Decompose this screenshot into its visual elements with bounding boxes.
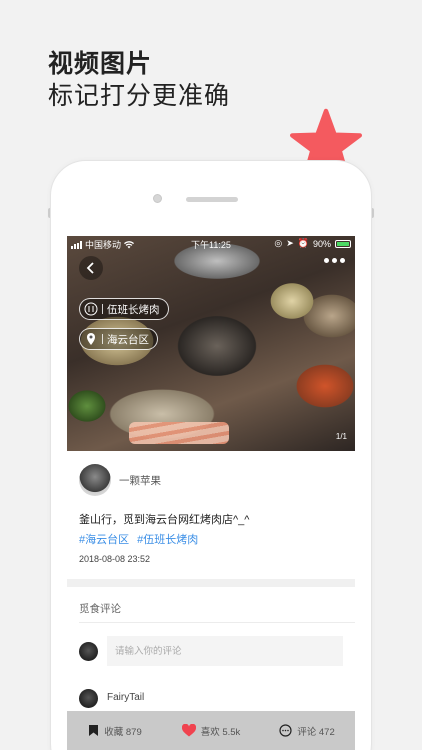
comment-input[interactable] xyxy=(107,636,343,666)
heart-icon xyxy=(181,724,196,737)
collect-label: 收藏 879 xyxy=(104,726,142,738)
more-button[interactable] xyxy=(324,258,345,263)
like-button[interactable]: 喜欢 5.5k xyxy=(163,724,259,738)
more-icon xyxy=(324,258,329,263)
location-arrow-icon: ➤ xyxy=(286,238,294,248)
hashtag-link[interactable]: #伍班长烤肉 xyxy=(137,531,198,547)
restaurant-tag-label: 伍班长烤肉 xyxy=(107,303,160,316)
comments-title: 觅食评论 xyxy=(79,603,121,615)
carrier-name: 中国移动 xyxy=(85,240,122,250)
collect-button[interactable]: 收藏 879 xyxy=(67,724,163,738)
post-photo[interactable]: 中国移动 下午11:25 ◎ ➤ ⏰ 90% 伍班长烤肉 海云台区 1/1 xyxy=(67,236,355,451)
commenter-name[interactable]: FairyTail xyxy=(107,692,144,703)
back-button[interactable] xyxy=(79,256,103,280)
headline: 视频图片 标记打分更准确 xyxy=(48,48,230,112)
alarm-icon: ⏰ xyxy=(297,238,309,248)
phone-camera xyxy=(153,194,162,203)
action-bar: 收藏 879 喜欢 5.5k 评论 472 xyxy=(67,711,355,750)
photo-detail xyxy=(129,422,229,444)
post-hashtags: #海云台区 #伍班长烤肉 xyxy=(79,531,198,547)
divider xyxy=(79,622,355,623)
my-avatar xyxy=(79,642,98,661)
photo-pager: 1/1 xyxy=(335,432,347,441)
battery-percent: 90% xyxy=(312,238,331,249)
location-tag[interactable]: 海云台区 xyxy=(79,328,158,350)
section-divider xyxy=(67,579,355,587)
lock-rotation-icon: ◎ xyxy=(274,238,283,248)
app-screen: 中国移动 下午11:25 ◎ ➤ ⏰ 90% 伍班长烤肉 海云台区 1/1 一颗… xyxy=(67,236,355,750)
headline-line1: 视频图片 xyxy=(48,50,153,78)
signal-icon xyxy=(71,240,82,249)
headline-line2: 标记打分更准确 xyxy=(48,82,231,110)
status-bar: 中国移动 下午11:25 ◎ ➤ ⏰ 90% xyxy=(67,236,355,252)
back-icon xyxy=(86,262,94,274)
post-date: 2018-08-08 23:52 xyxy=(79,554,151,564)
post-author[interactable]: 一颗苹果 xyxy=(79,464,161,496)
location-tag-label: 海云台区 xyxy=(107,333,149,346)
like-label: 喜欢 5.5k xyxy=(200,726,241,738)
comment-label: 评论 472 xyxy=(297,726,335,738)
comment-icon xyxy=(279,724,292,737)
restaurant-icon xyxy=(84,302,98,316)
author-name[interactable]: 一颗苹果 xyxy=(119,473,161,488)
avatar[interactable] xyxy=(79,464,111,496)
post-content: 釜山行，觅到海云台网红烤肉店^_^ xyxy=(79,514,250,526)
commenter-avatar[interactable] xyxy=(79,689,98,708)
wifi-icon xyxy=(124,240,135,248)
comment-button[interactable]: 评论 472 xyxy=(259,724,355,738)
battery-icon xyxy=(335,239,351,248)
restaurant-tag[interactable]: 伍班长烤肉 xyxy=(79,298,169,320)
bookmark-icon xyxy=(89,725,99,736)
location-icon xyxy=(87,333,95,345)
status-time: 下午11:25 xyxy=(191,240,231,250)
hashtag-link[interactable]: #海云台区 xyxy=(79,531,129,547)
phone-speaker xyxy=(186,197,238,202)
